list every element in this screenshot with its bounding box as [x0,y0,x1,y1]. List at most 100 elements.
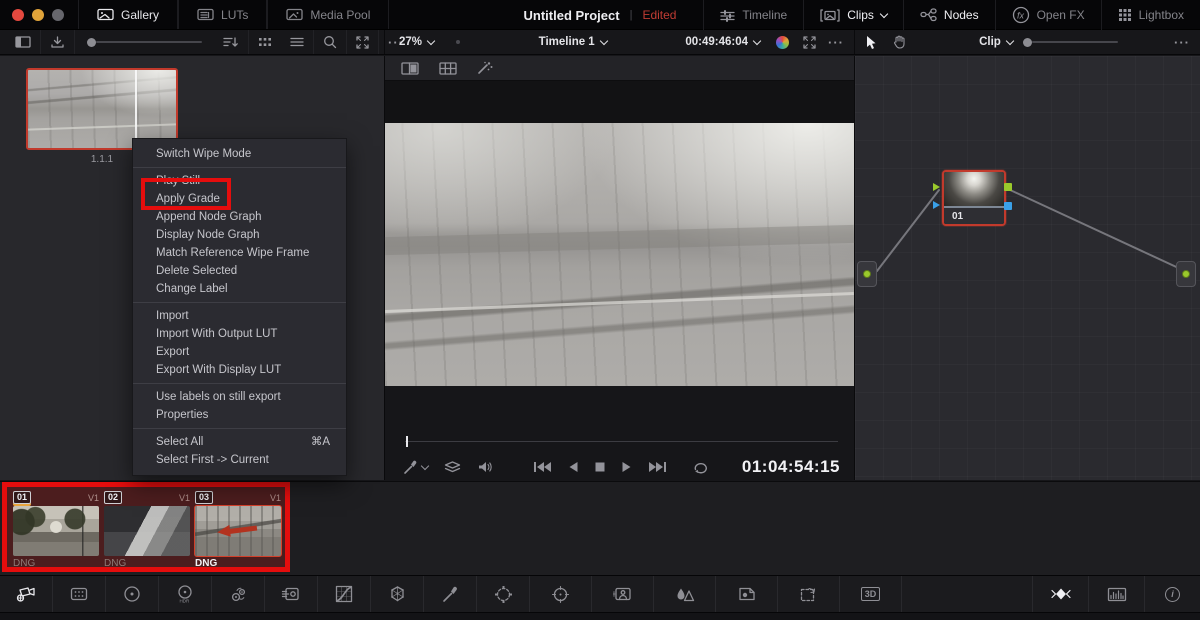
hdr-label: HDR [180,599,190,604]
node-rgb-input[interactable] [933,183,940,191]
menu-item-import[interactable]: Import [133,307,346,325]
play-reverse-button[interactable] [567,461,579,473]
color-match-button[interactable] [53,576,106,612]
wipe-split-line[interactable] [135,70,137,148]
clip-grade-select[interactable]: Clip [979,36,1013,48]
color-warper-button[interactable] [371,576,424,612]
search-button[interactable] [314,30,347,54]
motion-effects-button[interactable] [212,576,265,612]
expand-panel-button[interactable] [347,30,379,54]
timecode-select[interactable]: 00:49:46:04 [685,36,760,48]
list-view-button[interactable] [281,30,314,54]
menu-item-select-all[interactable]: Select All⌘A [133,433,346,451]
menu-item-append-node-graph[interactable]: Append Node Graph [133,208,346,226]
menu-item-export-with-display-lut[interactable]: Export With Display LUT [133,361,346,379]
clip-thumbnail[interactable] [195,506,281,556]
node-key-input[interactable] [933,201,940,209]
tab-media-pool[interactable]: Media Pool [267,0,389,29]
scopes-button[interactable] [1088,576,1144,612]
menu-item-switch-wipe-mode[interactable]: Switch Wipe Mode [133,145,346,163]
timeline-select[interactable]: Timeline 1 [539,36,607,48]
magic-wand-button[interactable] [477,61,493,75]
thumbnail-size-slider[interactable] [75,30,214,54]
skip-start-button[interactable] [533,461,552,473]
loop-button[interactable] [692,460,708,474]
node-key-output[interactable] [1004,202,1012,210]
tab-clips[interactable]: Clips [803,0,903,30]
tab-gallery[interactable]: Gallery [78,0,178,29]
blur-button[interactable] [654,576,716,612]
grab-still-button[interactable] [41,30,75,54]
toggle-sidebar-button[interactable] [6,30,41,54]
color-boost-button[interactable] [776,36,789,49]
menu-item-export[interactable]: Export [133,343,346,361]
tab-luts[interactable]: LUTs [178,0,267,29]
menu-item-properties[interactable]: Properties [133,406,346,424]
output-input-dot[interactable] [1182,270,1190,278]
image-wipe-button[interactable] [401,62,419,75]
clip-track-label: V1 [179,493,190,503]
node-rgb-output[interactable] [1004,183,1012,191]
chevron-down-icon [753,36,761,44]
curves-button[interactable] [318,576,371,612]
source-node[interactable] [857,261,877,287]
camera-raw-button[interactable] [0,576,53,612]
menu-item-import-with-output-lut[interactable]: Import With Output LUT [133,325,346,343]
zoom-window-button[interactable] [52,9,64,21]
sort-button[interactable] [214,30,249,54]
hdr-wheels-button[interactable]: HDR [159,576,212,612]
node-graph-panel[interactable]: 01 [855,56,1200,480]
menu-item-delete-selected[interactable]: Delete Selected [133,262,346,280]
qualifier-button[interactable] [424,576,477,612]
viewer-zoom-select[interactable]: 27% [399,36,434,48]
viewer-options-button[interactable]: ··· [828,35,844,50]
menu-item-match-reference-wipe-frame[interactable]: Match Reference Wipe Frame [133,244,346,262]
node-options-button[interactable]: ··· [1174,35,1190,50]
output-node[interactable] [1176,261,1196,287]
info-button[interactable]: i [1144,576,1200,612]
tab-nodes[interactable]: Nodes [903,0,995,30]
menu-item-select-first-to-current[interactable]: Select First -> Current [133,451,346,469]
clip-02[interactable]: 02 V1 DNG [104,490,190,569]
tracker-button[interactable] [530,576,592,612]
viewer-scrubber[interactable] [405,441,838,442]
menu-item-use-labels-on-still-export[interactable]: Use labels on still export [133,388,346,406]
color-wheels-button[interactable] [106,576,159,612]
stop-button[interactable] [594,461,606,473]
menu-item-change-label[interactable]: Change Label [133,280,346,298]
tab-openfx[interactable]: fx Open FX [995,0,1101,30]
grade-picker-button[interactable] [403,460,428,475]
keyframes-button[interactable] [1032,576,1088,612]
clip-thumbnail[interactable] [104,506,190,556]
viewer-playhead[interactable] [406,436,408,447]
power-window-button[interactable] [477,576,530,612]
skip-end-button[interactable] [648,461,667,473]
node-zoom-slider[interactable] [1023,38,1118,47]
tab-timeline[interactable]: Timeline [703,0,803,30]
sizing-button[interactable] [778,576,840,612]
3d-button[interactable]: 3D [840,576,902,612]
close-window-button[interactable] [12,9,24,21]
unmix-button[interactable] [444,460,461,474]
menu-item-display-node-graph[interactable]: Display Node Graph [133,226,346,244]
clip-03-selected[interactable]: 03 V1 DNG [195,490,281,569]
tab-lightbox[interactable]: Lightbox [1101,0,1200,30]
media-pool-icon [286,8,303,21]
minimize-window-button[interactable] [32,9,44,21]
info-label: i [1165,587,1180,602]
play-button[interactable] [621,461,633,473]
source-output-dot[interactable] [863,270,871,278]
clip-01[interactable]: 01 V1 DNG [13,490,99,569]
hand-tool-button[interactable] [892,35,906,49]
corrector-node-01[interactable]: 01 [942,170,1006,226]
viewer-video-frame[interactable] [385,123,854,386]
enhanced-viewer-button[interactable] [803,36,816,49]
split-screen-button[interactable] [439,62,457,75]
grid-view-button[interactable] [249,30,281,54]
key-button[interactable] [716,576,778,612]
color-slice-button[interactable] [265,576,318,612]
magic-mask-button[interactable] [592,576,654,612]
clip-thumbnail[interactable] [13,506,99,556]
pointer-tool-button[interactable] [865,35,878,50]
audio-mute-button[interactable] [477,460,493,474]
